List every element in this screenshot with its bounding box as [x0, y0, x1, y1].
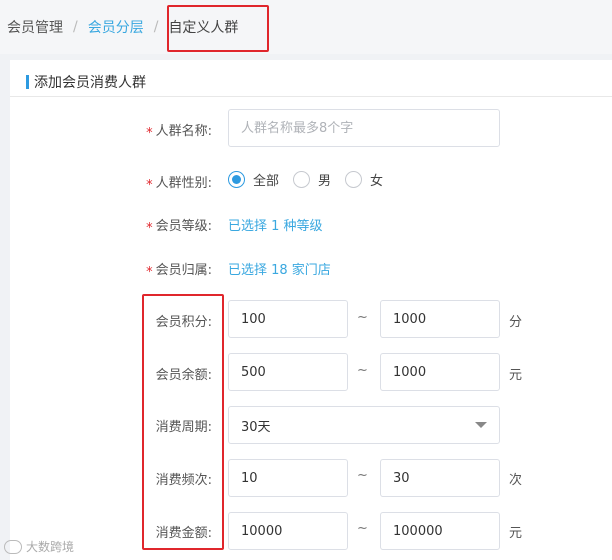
amount-max-input[interactable] [380, 512, 500, 550]
section-title: 添加会员消费人群 [26, 72, 146, 92]
frequency-min-input[interactable] [228, 459, 348, 497]
section-title-text: 添加会员消费人群 [34, 75, 146, 91]
section-title-bar [26, 75, 29, 89]
section-divider [10, 96, 612, 97]
watermark: 大数跨境 [4, 538, 74, 555]
required-mark: * [146, 265, 153, 280]
required-mark: * [146, 221, 153, 236]
breadcrumb-separator: / [73, 19, 78, 35]
gender-radio-female[interactable]: 女 [345, 170, 383, 189]
required-mark: * [146, 178, 153, 193]
gender-radio-group: 全部 男 女 [228, 170, 397, 189]
breadcrumb-member-management[interactable]: 会员管理 [7, 17, 63, 37]
balance-min-input[interactable] [228, 353, 348, 391]
points-max-input[interactable] [380, 300, 500, 338]
frequency-max-input[interactable] [380, 459, 500, 497]
required-mark: * [146, 126, 153, 141]
consume-amount-label: 消费金额: [155, 526, 212, 541]
member-balance-label: 会员余额: [155, 368, 212, 383]
range-separator: ~ [357, 310, 368, 325]
consume-period-label: 消费周期: [155, 420, 212, 435]
consume-period-select[interactable]: 30天 [228, 406, 500, 444]
breadcrumb-member-tiering[interactable]: 会员分层 [88, 17, 144, 37]
consume-period-value: 30天 [241, 419, 271, 435]
radio-checked-icon [228, 171, 245, 188]
breadcrumb-separator: / [153, 19, 159, 35]
balance-unit: 元 [509, 368, 523, 383]
balance-max-input[interactable] [380, 353, 500, 391]
member-belong-link[interactable]: 已选择 18 家门店 [228, 259, 331, 278]
caret-down-icon [475, 422, 487, 428]
watermark-logo-icon [4, 539, 22, 554]
member-level-label: * 会员等级: [146, 219, 212, 236]
points-min-input[interactable] [228, 300, 348, 338]
group-name-input[interactable] [228, 109, 500, 147]
gender-radio-male[interactable]: 男 [293, 170, 331, 189]
points-unit: 分 [509, 315, 523, 330]
breadcrumb: 会员管理 / 会员分层 / 自定义人群 [0, 0, 612, 54]
member-points-label: 会员积分: [155, 315, 212, 330]
range-separator: ~ [357, 521, 368, 536]
range-separator: ~ [357, 468, 368, 483]
member-belong-label: * 会员归属: [146, 263, 212, 280]
member-level-link[interactable]: 已选择 1 种等级 [228, 215, 323, 234]
breadcrumb-custom-group: 自定义人群 [168, 20, 239, 36]
radio-unchecked-icon [293, 171, 311, 188]
radio-unchecked-icon [345, 171, 363, 188]
gender-radio-all[interactable]: 全部 [228, 170, 279, 189]
group-name-label: * 人群名称: [146, 124, 212, 141]
form-card: 添加会员消费人群 *人群名称: *人群性别: 全部 男 女 *会员等级: 已选择… [10, 60, 612, 560]
frequency-unit: 次 [509, 473, 523, 488]
amount-unit: 元 [509, 526, 523, 541]
amount-min-input[interactable] [228, 512, 348, 550]
range-separator: ~ [357, 363, 368, 378]
group-gender-label: * 人群性别: [146, 176, 212, 193]
consume-frequency-label: 消费频次: [155, 473, 212, 488]
